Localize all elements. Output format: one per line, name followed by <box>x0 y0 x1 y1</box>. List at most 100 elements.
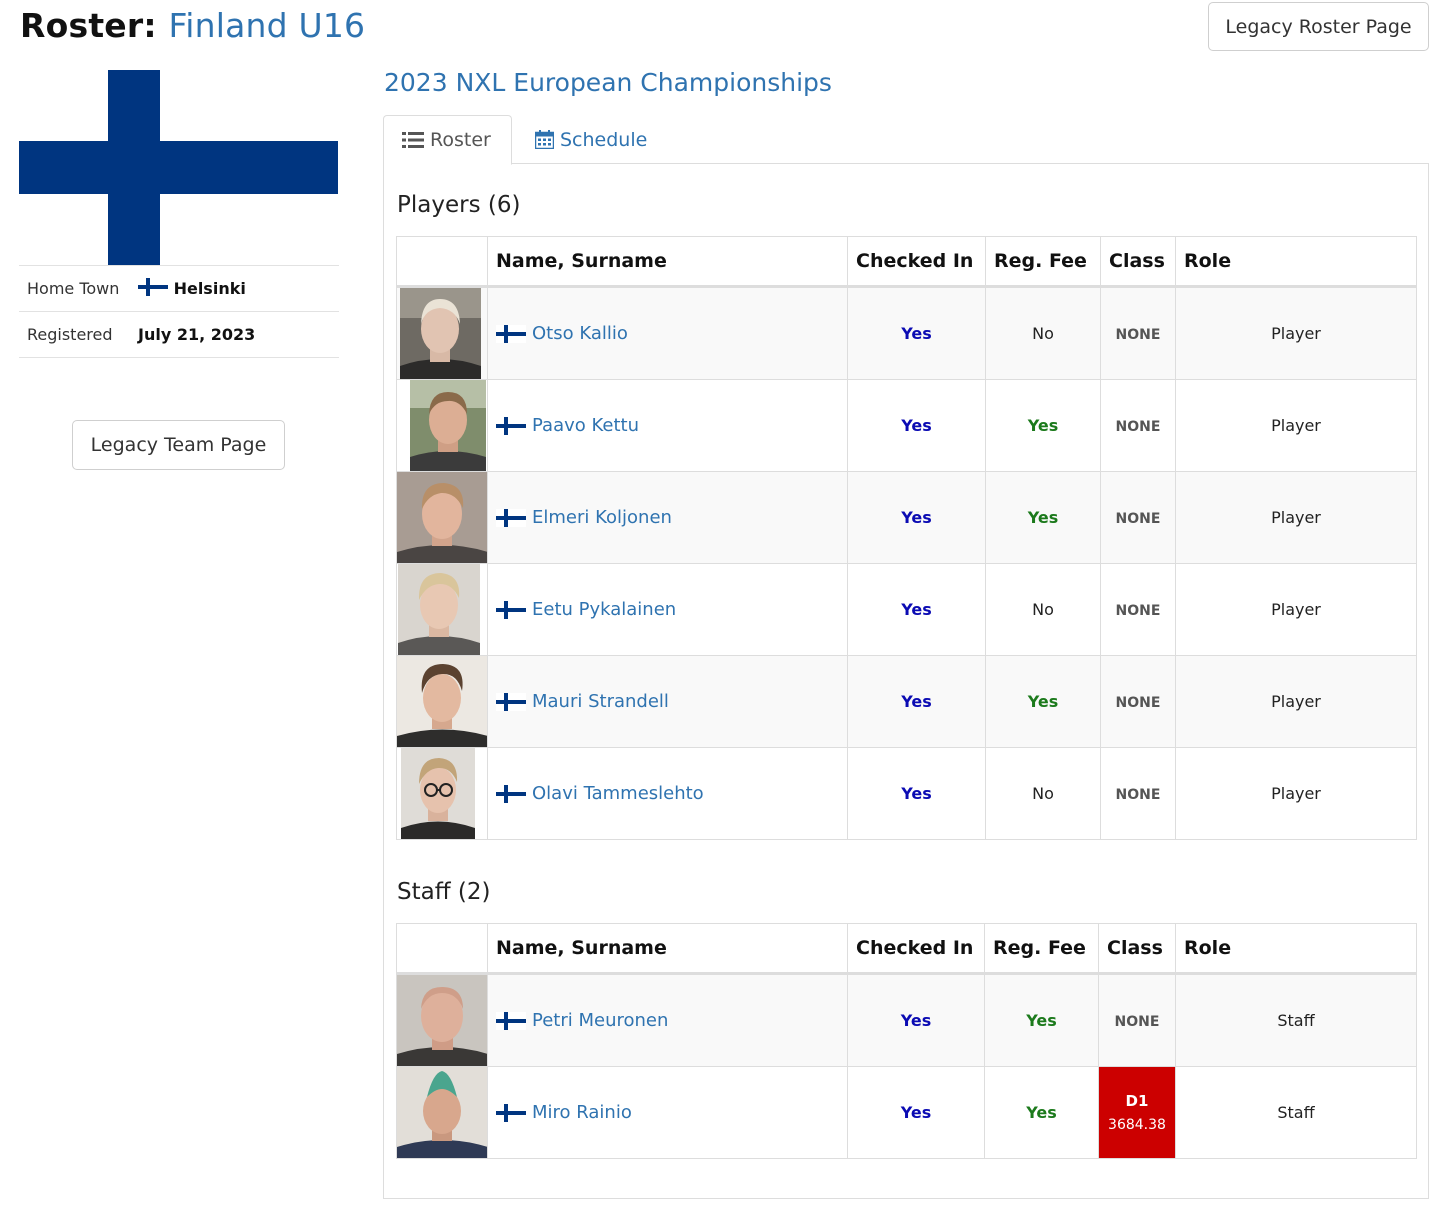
team-info-table: Home Town Helsinki Registered July 21, 2… <box>19 265 339 358</box>
staff-photo <box>397 975 487 1066</box>
players-table: Name, Surname Checked In Reg. Fee Class … <box>396 236 1417 840</box>
column-header-role: Role <box>1175 923 1417 975</box>
checked-in-value: Yes <box>901 508 932 527</box>
role-value: Player <box>1271 692 1321 711</box>
table-row: Mauri Strandell Yes Yes NONE Player <box>396 655 1417 748</box>
class-value: NONE <box>1115 695 1161 711</box>
reg-fee-value: Yes <box>1026 1011 1057 1030</box>
staff-name-link[interactable]: Petri Meuronen <box>532 1010 668 1031</box>
finland-flag-icon <box>496 1104 526 1122</box>
column-header-name: Name, Surname <box>487 236 848 288</box>
class-value: NONE <box>1115 787 1161 803</box>
registered-label: Registered <box>19 311 130 358</box>
finland-flag-icon <box>496 1012 526 1030</box>
hometown-row: Home Town Helsinki <box>19 265 339 312</box>
role-value: Staff <box>1277 1011 1315 1030</box>
player-name-link[interactable]: Eetu Pykalainen <box>532 599 676 620</box>
finland-flag-icon <box>138 278 168 296</box>
class-badge: D1 3684.38 <box>1098 1066 1176 1159</box>
tab-roster-label: Roster <box>430 129 491 151</box>
reg-fee-value: Yes <box>1027 508 1059 527</box>
column-header-class: Class <box>1100 236 1176 288</box>
table-row: Paavo Kettu Yes Yes NONE Player <box>396 379 1417 472</box>
role-value: Player <box>1271 324 1321 343</box>
tab-roster[interactable]: Roster <box>383 115 512 165</box>
staff-photo <box>397 1067 487 1158</box>
checked-in-value: Yes <box>901 416 932 435</box>
title-prefix: Roster: <box>20 6 157 45</box>
player-photo <box>397 288 487 379</box>
registered-row: Registered July 21, 2023 <box>19 311 339 358</box>
role-value: Player <box>1271 416 1321 435</box>
finland-flag-icon <box>496 785 526 803</box>
column-header-checked-in: Checked In <box>847 923 985 975</box>
checked-in-value: Yes <box>901 600 932 619</box>
column-header-name: Name, Surname <box>487 923 848 975</box>
tab-schedule[interactable]: Schedule <box>517 115 665 164</box>
role-value: Player <box>1271 508 1321 527</box>
player-photo <box>397 656 487 747</box>
column-header-checked-in: Checked In <box>847 236 986 288</box>
class-score: 3684.38 <box>1108 1117 1166 1133</box>
hometown-value: Helsinki <box>173 279 246 298</box>
reg-fee-value: Yes <box>1027 416 1059 435</box>
players-heading: Players (6) <box>397 192 521 218</box>
table-row: Otso Kallio Yes No NONE Player <box>396 286 1417 380</box>
team-name-link[interactable]: Finland U16 <box>168 6 365 45</box>
player-name-link[interactable]: Elmeri Koljonen <box>532 507 672 528</box>
column-header-photo <box>396 923 488 975</box>
registered-value: July 21, 2023 <box>130 311 339 358</box>
checked-in-value: Yes <box>901 324 932 343</box>
legacy-roster-page-button[interactable]: Legacy Roster Page <box>1208 2 1429 51</box>
class-value: NONE <box>1114 1014 1160 1030</box>
table-row: Petri Meuronen Yes Yes NONE Staff <box>396 973 1417 1067</box>
player-name-link[interactable]: Olavi Tammeslehto <box>532 783 704 804</box>
event-title: 2023 NXL European Championships <box>384 68 832 97</box>
class-grade: D1 <box>1125 1092 1149 1110</box>
role-value: Staff <box>1277 1103 1315 1122</box>
column-header-reg-fee: Reg. Fee <box>985 236 1101 288</box>
team-flag-icon <box>19 70 338 265</box>
staff-table: Name, Surname Checked In Reg. Fee Class … <box>396 923 1417 1159</box>
player-name-link[interactable]: Mauri Strandell <box>532 691 669 712</box>
column-header-photo <box>396 236 488 288</box>
player-name-link[interactable]: Paavo Kettu <box>532 415 639 436</box>
player-photo <box>397 748 487 839</box>
staff-name-link[interactable]: Miro Rainio <box>532 1102 632 1123</box>
reg-fee-value: No <box>1032 324 1054 343</box>
column-header-class: Class <box>1098 923 1176 975</box>
class-value: NONE <box>1115 603 1161 619</box>
checked-in-value: Yes <box>900 1103 932 1122</box>
player-name-link[interactable]: Otso Kallio <box>532 323 628 344</box>
finland-flag-icon <box>496 509 526 527</box>
calendar-icon <box>535 130 554 149</box>
reg-fee-value: Yes <box>1026 1103 1057 1122</box>
role-value: Player <box>1271 600 1321 619</box>
finland-flag-icon <box>496 693 526 711</box>
player-photo <box>397 380 487 471</box>
list-icon <box>402 132 424 148</box>
staff-header-row: Name, Surname Checked In Reg. Fee Class … <box>396 923 1417 975</box>
reg-fee-value: No <box>1032 600 1054 619</box>
page-title: Roster: Finland U16 <box>20 6 365 45</box>
table-row: Olavi Tammeslehto Yes No NONE Player <box>396 747 1417 840</box>
column-header-role: Role <box>1175 236 1417 288</box>
tab-schedule-label: Schedule <box>560 128 648 151</box>
checked-in-value: Yes <box>901 692 932 711</box>
class-value: NONE <box>1115 327 1161 343</box>
table-row: Elmeri Koljonen Yes Yes NONE Player <box>396 471 1417 564</box>
class-value: NONE <box>1115 511 1161 527</box>
finland-flag-icon <box>496 417 526 435</box>
tab-bar: Roster Schedule <box>383 115 1429 165</box>
table-row: Miro Rainio Yes Yes D1 3684.38 Staff <box>396 1066 1417 1159</box>
reg-fee-value: Yes <box>1027 692 1059 711</box>
staff-heading: Staff (2) <box>397 879 491 905</box>
legacy-team-page-button[interactable]: Legacy Team Page <box>72 420 285 470</box>
checked-in-value: Yes <box>901 784 932 803</box>
class-value: NONE <box>1115 419 1161 435</box>
reg-fee-value: No <box>1032 784 1054 803</box>
hometown-label: Home Town <box>19 265 130 312</box>
column-header-reg-fee: Reg. Fee <box>984 923 1099 975</box>
checked-in-value: Yes <box>900 1011 932 1030</box>
finland-flag-icon <box>496 601 526 619</box>
